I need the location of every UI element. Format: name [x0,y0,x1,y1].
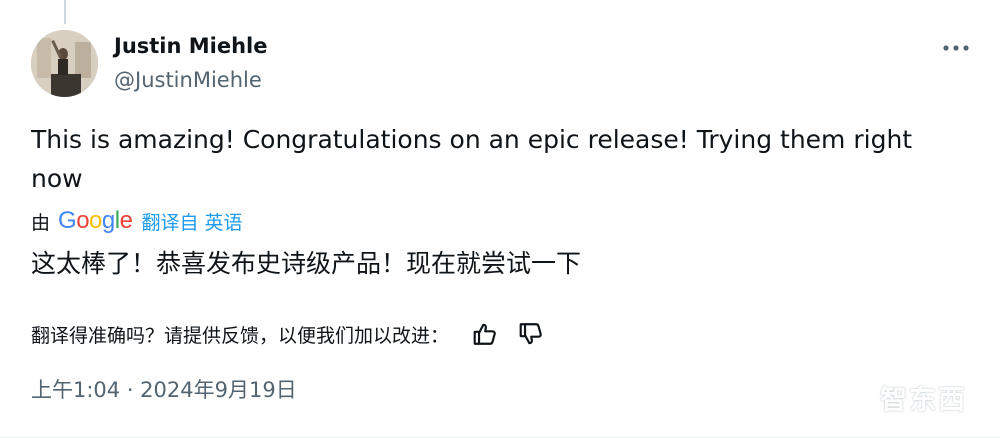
translated-by-label: 由 [31,211,51,234]
google-logo-letter: g [101,207,115,234]
thumbs-down-button[interactable] [517,320,545,348]
google-logo: Google [58,207,133,235]
google-logo-letter: G [58,207,77,234]
watermark: 智东西 [880,384,967,416]
google-logo-letter: e [119,207,133,234]
avatar[interactable] [31,30,98,97]
google-logo-letter: o [89,207,102,234]
thumbs-up-icon [473,323,496,345]
avatar-image [31,30,98,97]
translated-from-link[interactable]: 翻译自 英语 [141,208,242,235]
tweet-text: This is amazing! Congratulations on an e… [31,125,913,193]
thumbs-up-button[interactable] [471,320,499,348]
author-handle[interactable]: @JustinMiehle [114,68,262,92]
more-horizontal-icon [943,45,969,51]
thumbs-down-icon [519,323,542,345]
tweet-timestamp[interactable]: 上午1:04 · 2024年9月19日 [31,374,297,404]
google-logo-letter: o [76,207,90,234]
feedback-prompt: 翻译得准确吗？请提供反馈，以便我们加以改进： [31,324,450,347]
more-options-button[interactable] [936,32,976,64]
author-name[interactable]: Justin Miehle [114,34,268,58]
translation-feedback: 翻译得准确吗？请提供反馈，以便我们加以改进： [31,316,563,352]
thread-connector-line [64,0,66,24]
translation-attribution: 由 Google 翻译自 英语 [31,206,243,236]
translated-text: 这太棒了！恭喜发布史诗级产品！现在就尝试一下 [31,249,582,278]
